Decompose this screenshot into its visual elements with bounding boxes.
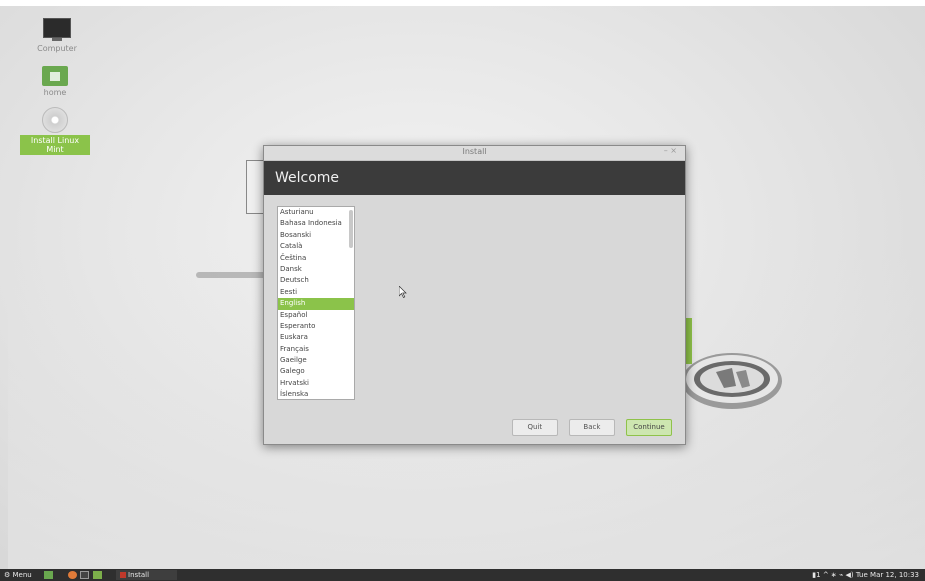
language-item[interactable]: Español — [278, 310, 354, 321]
desktop-icon-home[interactable]: home — [20, 66, 90, 97]
language-item[interactable]: Euskara — [278, 332, 354, 343]
computer-icon — [43, 18, 71, 41]
workspace-label: 1 — [816, 571, 821, 579]
language-item[interactable]: Esperanto — [278, 321, 354, 332]
language-item[interactable]: Čeština — [278, 253, 354, 264]
language-list-scrollbar[interactable] — [349, 209, 353, 397]
screen-top-edge — [0, 0, 925, 6]
mint-logo-badge — [682, 353, 782, 409]
button-row: Quit Back Continue — [506, 414, 672, 436]
mint-menu-icon: ⚙ — [4, 571, 11, 579]
home-folder-icon — [42, 66, 68, 86]
window-titlebar[interactable]: Install – × — [264, 146, 685, 161]
install-window-icon — [120, 572, 126, 578]
language-item[interactable]: Asturianu — [278, 207, 354, 218]
window-controls[interactable]: – × — [664, 146, 677, 155]
chevron-up-icon[interactable]: ^ — [823, 571, 829, 579]
language-item[interactable]: Català — [278, 241, 354, 252]
language-item[interactable]: Íslenska — [278, 389, 354, 399]
install-disc-icon — [42, 107, 68, 133]
language-item[interactable]: Bosanski — [278, 230, 354, 241]
scrollbar-thumb[interactable] — [349, 210, 353, 248]
show-desktop-icon[interactable] — [44, 571, 53, 579]
network-icon[interactable]: ⌁ — [839, 571, 843, 579]
taskbar: ⚙ Menu Install ▮1 ^ ∗ ⌁ ◀) Tue Mar 12, 1… — [0, 569, 925, 581]
desktop-icon-label: Computer — [37, 44, 77, 53]
language-item-selected[interactable]: English — [278, 298, 354, 310]
welcome-banner: Welcome — [264, 161, 685, 195]
back-button[interactable]: Back — [568, 419, 615, 436]
language-item[interactable]: Deutsch — [278, 275, 354, 286]
page-title: Welcome — [275, 170, 340, 186]
quit-button[interactable]: Quit — [511, 419, 558, 436]
terminal-icon[interactable] — [80, 571, 89, 579]
firefox-icon[interactable] — [68, 571, 77, 579]
clock[interactable]: Tue Mar 12, 10:33 — [856, 571, 919, 579]
install-window: Install – × Welcome Asturianu Bahasa Ind… — [263, 145, 686, 445]
menu-button[interactable]: ⚙ Menu — [4, 571, 32, 579]
menu-label: Menu — [12, 571, 32, 579]
volume-icon[interactable]: ◀) — [845, 571, 853, 579]
desktop-icon-label: home — [43, 88, 67, 97]
bluetooth-icon[interactable]: ∗ — [831, 571, 837, 579]
files-icon[interactable] — [93, 571, 102, 579]
desktop-icon-label: Install Linux Mint — [20, 135, 90, 155]
desktop-icon-computer[interactable]: Computer — [22, 18, 92, 53]
system-tray: ▮1 ^ ∗ ⌁ ◀) Tue Mar 12, 10:33 — [812, 571, 919, 579]
desktop-icon-install[interactable]: Install Linux Mint — [20, 107, 90, 155]
language-item[interactable]: Hrvatski — [278, 378, 354, 389]
window-title: Install — [462, 147, 487, 156]
wallpaper-shadow — [196, 272, 266, 278]
language-item[interactable]: Dansk — [278, 264, 354, 275]
continue-button[interactable]: Continue — [626, 419, 672, 436]
language-list[interactable]: Asturianu Bahasa Indonesia Bosanski Cata… — [277, 206, 355, 400]
language-item[interactable]: Français — [278, 344, 354, 355]
language-item[interactable]: Eesti — [278, 287, 354, 298]
language-item[interactable]: Gaeilge — [278, 355, 354, 366]
taskbar-item-label: Install — [128, 571, 150, 579]
language-item[interactable]: Bahasa Indonesia — [278, 218, 354, 229]
language-item[interactable]: Galego — [278, 366, 354, 377]
taskbar-item-install[interactable]: Install — [116, 570, 178, 580]
mouse-pointer-icon — [399, 286, 407, 298]
